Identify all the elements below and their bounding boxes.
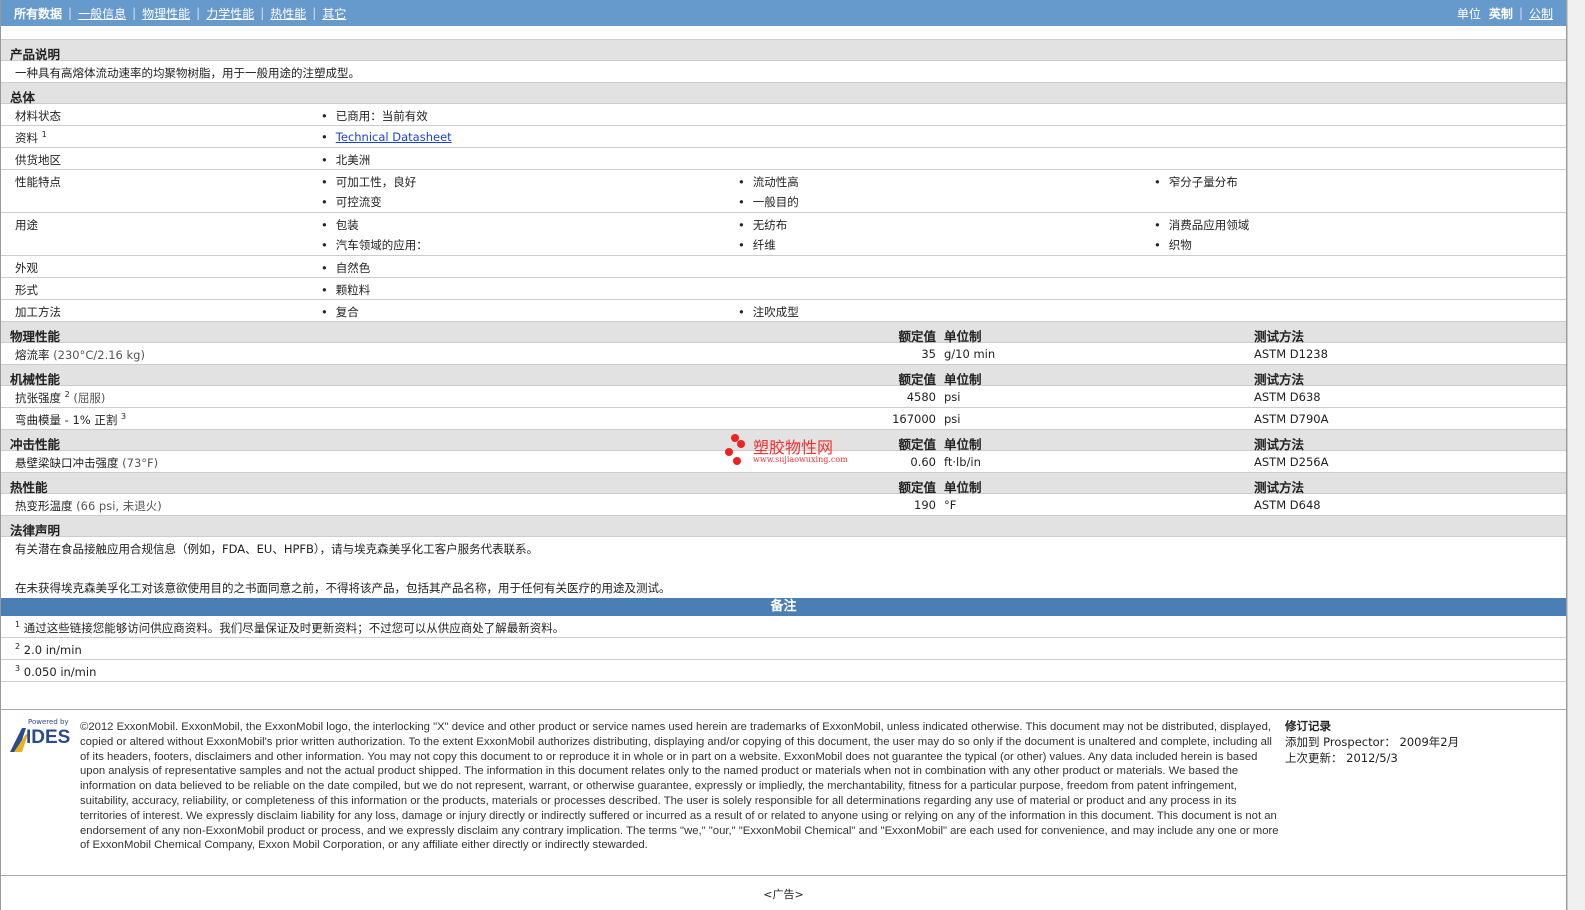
value: 北美洲	[321, 152, 371, 168]
technical-datasheet-link[interactable]: Technical Datasheet	[336, 130, 452, 144]
unit-imperial: 英制	[1488, 6, 1513, 21]
label: 供货地区	[15, 153, 61, 167]
notes-header: 备注	[1, 598, 1566, 616]
copyright-text: ©2012 ExxonMobil. ExxonMobil, the ExxonM…	[80, 721, 1279, 852]
label: 加工方法	[15, 305, 61, 319]
value: 包装	[321, 217, 359, 233]
nav-mechanical[interactable]: 力学性能	[206, 5, 254, 22]
value: 窄分子量分布	[1154, 174, 1238, 190]
nav-general[interactable]: 一般信息	[78, 5, 126, 22]
section-description: 产品说明	[1, 40, 1566, 62]
value: 颗粒料	[321, 282, 371, 298]
note: 3 0.050 in/min	[1, 660, 1566, 682]
value: 无纺布	[738, 217, 788, 233]
value: 汽车领域的应用：	[321, 237, 428, 253]
scrollbar[interactable]	[1567, 0, 1585, 910]
value: 消费品应用领域	[1154, 217, 1250, 233]
property-row: 热变形温度 (66 psi, 未退火) 190 °F ASTM D648	[1, 494, 1566, 516]
value: 一般目的	[738, 194, 799, 210]
section-thermal: 热性能 额定值 单位制 测试方法	[1, 473, 1566, 495]
watermark-logo: 塑胶物性网 www.sujiaowuxing.com	[723, 432, 863, 468]
legal-text: 有关潜在食品接触应用合规信息（例如，FDA、EU、HPFB），请与埃克森美孚化工…	[15, 542, 671, 595]
label: 形式	[15, 283, 38, 297]
section-general: 总体	[1, 83, 1566, 105]
label: 用途	[15, 218, 38, 232]
nav-thermal[interactable]: 热性能	[270, 5, 306, 22]
label: 资料 1	[15, 130, 47, 145]
ad-label: <广告>	[763, 888, 804, 901]
section-legal: 法律声明	[1, 516, 1566, 538]
footer: Powered by IDES ©2012 ExxonMobil. ExxonM…	[1, 709, 1566, 876]
value: 可加工性，良好	[321, 174, 417, 190]
property-row: 弯曲模量 - 1% 正割 3 167000 psi ASTM D790A	[1, 408, 1566, 430]
unit-metric[interactable]: 公制	[1529, 5, 1553, 22]
property-row: 熔流率 (230°C/2.16 kg) 35 g/10 min ASTM D1238	[1, 343, 1566, 365]
revision-history: 修订记录 添加到 Prospector： 2009年2月 上次更新： 2012/…	[1285, 719, 1460, 765]
top-nav: 所有数据 | 一般信息 | 物理性能 | 力学性能 | 热性能 | 其它 单位 英制 | 公…	[1, 0, 1566, 26]
label: 性能特点	[15, 175, 61, 189]
value: 复合	[321, 304, 359, 320]
nav-physical[interactable]: 物理性能	[142, 5, 190, 22]
note: 2 2.0 in/min	[1, 638, 1566, 660]
units-label: 单位	[1456, 6, 1481, 21]
property-row: 抗张强度 2 (屈服) 4580 psi ASTM D638	[1, 386, 1566, 408]
dots-icon	[725, 434, 745, 465]
datasheet-page: 所有数据 | 一般信息 | 物理性能 | 力学性能 | 热性能 | 其它 单位 英制 | 公…	[0, 0, 1567, 910]
section-physical: 物理性能 额定值 单位制 测试方法	[1, 322, 1566, 344]
value: 纤维	[738, 237, 776, 253]
section-mechanical: 机械性能 额定值 单位制 测试方法	[1, 365, 1566, 387]
note: 1 通过这些链接您能够访问供应商资料。我们尽量保证及时更新资料；不过您可以从供应…	[1, 616, 1566, 638]
value: 自然色	[321, 260, 371, 276]
label: 材料状态	[15, 109, 61, 123]
value: 可控流变	[321, 194, 382, 210]
value: 已商用：当前有效	[321, 108, 428, 124]
ides-logo: Powered by IDES	[8, 718, 72, 756]
description-text: 一种具有高熔体流动速率的均聚物树脂，用于一般用途的注塑成型。	[15, 66, 360, 80]
nav-other[interactable]: 其它	[322, 5, 346, 22]
value: 注吹成型	[738, 304, 799, 320]
value: 织物	[1154, 237, 1192, 253]
nav-all-data[interactable]: 所有数据	[14, 5, 62, 22]
value: 流动性高	[738, 174, 799, 190]
label: 外观	[15, 261, 38, 275]
